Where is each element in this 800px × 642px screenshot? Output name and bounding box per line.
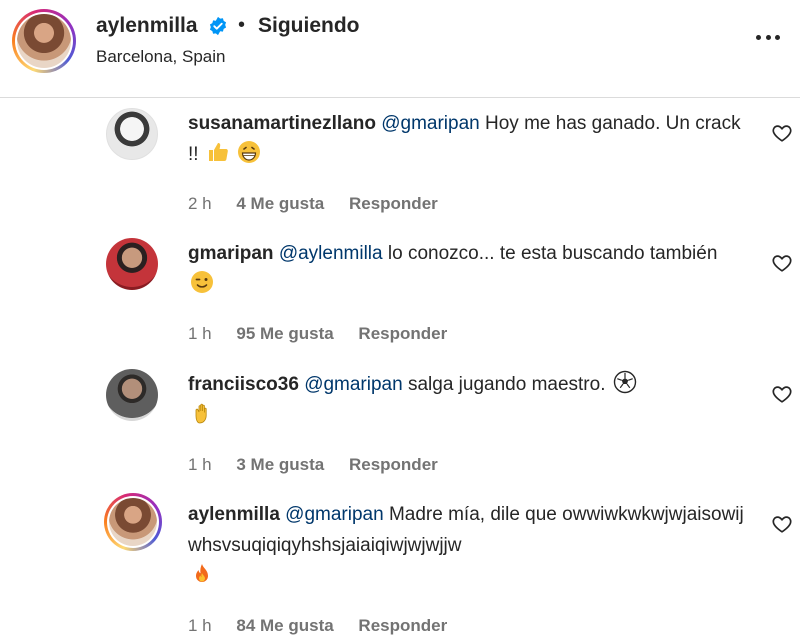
separator-dot: • [238,14,246,36]
mention-link[interactable]: @gmaripan [304,374,403,395]
like-count[interactable]: 95 Me gusta [236,324,333,343]
post-location[interactable]: Barcelona, Spain [96,47,225,67]
comment-username[interactable]: susanamartinezllano [188,113,376,134]
like-count[interactable]: 84 Me gusta [236,616,333,635]
following-button[interactable]: Siguiendo [258,14,360,38]
soccer-ball-emoji-icon [613,370,636,394]
comment-message: lo conozco... te esta buscando también [387,243,718,264]
comment-text: aylenmilla @gmaripan Madre mía, dile que… [188,499,748,592]
reply-button[interactable]: Responder [358,616,447,635]
heart-icon[interactable] [771,383,793,405]
post-header: aylenmilla • Siguiendo Barcelona, Spain [0,0,800,98]
grinning-face-emoji-icon [238,141,261,163]
clapping-hands-emoji-icon [195,403,207,424]
fire-emoji-icon [196,564,208,582]
comment-text: franciisco36 @gmaripan salga jugando mae… [188,369,748,431]
like-count[interactable]: 3 Me gusta [236,455,324,474]
avatar[interactable] [106,108,158,160]
mention-link[interactable]: @aylenmilla [279,243,383,264]
winking-face-emoji-icon [191,271,213,293]
like-count[interactable]: 4 Me gusta [236,194,324,213]
heart-icon[interactable] [771,513,793,535]
comment-text: gmaripan @aylenmilla lo conozco... te es… [188,238,748,300]
header-username[interactable]: aylenmilla [96,14,198,38]
mention-link[interactable]: @gmaripan [381,113,480,134]
verified-badge-icon [209,16,227,36]
avatar[interactable] [106,238,158,290]
avatar[interactable] [104,493,162,551]
comment-username[interactable]: gmaripan [188,243,274,264]
reply-button[interactable]: Responder [349,455,438,474]
comment-text: susanamartinezllano @gmaripan Hoy me has… [188,108,748,170]
avatar[interactable] [106,369,158,421]
comment-time: 1 h [188,616,212,635]
comment-meta: 1 h 95 Me gusta Responder [188,324,467,344]
reply-button[interactable]: Responder [358,324,447,343]
profile-avatar[interactable] [12,9,76,73]
comment-message: salga jugando maestro. [407,374,606,395]
comment-time: 1 h [188,455,212,474]
comment-username[interactable]: aylenmilla [188,504,280,525]
comment-username[interactable]: franciisco36 [188,374,299,395]
comment-time: 1 h [188,324,212,343]
heart-icon[interactable] [771,252,793,274]
more-options-icon[interactable] [752,22,784,52]
mention-link[interactable]: @gmaripan [285,504,384,525]
comment-meta: 1 h 84 Me gusta Responder [188,616,467,636]
thumbs-up-emoji-icon [208,143,228,161]
comment-time: 2 h [188,194,212,213]
comment-meta: 2 h 4 Me gusta Responder [188,194,458,214]
comment-meta: 1 h 3 Me gusta Responder [188,455,458,475]
heart-icon[interactable] [771,122,793,144]
reply-button[interactable]: Responder [349,194,438,213]
